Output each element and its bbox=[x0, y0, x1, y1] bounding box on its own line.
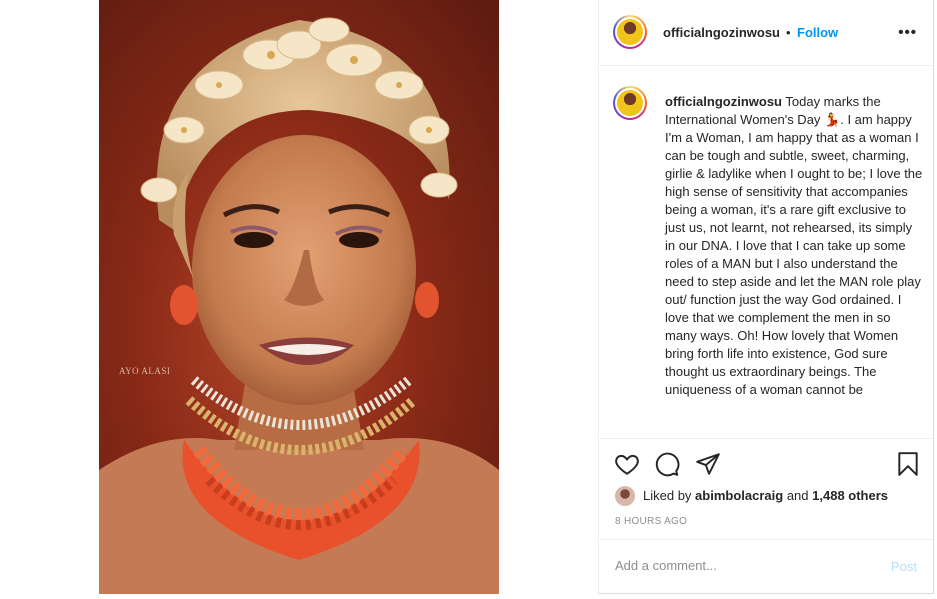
share-icon[interactable] bbox=[695, 451, 721, 477]
caption-section: officialngozinwosu Today marks the Inter… bbox=[599, 66, 933, 438]
post-side-panel: officialngozinwosu • Follow ••• official… bbox=[598, 0, 934, 594]
post-comment-button[interactable]: Post bbox=[891, 559, 917, 574]
likes-conjunction: and bbox=[786, 488, 809, 503]
caption-text: officialngozinwosu Today marks the Inter… bbox=[665, 93, 923, 399]
likes-others-link[interactable]: 1,488 others bbox=[812, 488, 888, 503]
liker-avatar[interactable] bbox=[615, 486, 635, 506]
post-photo[interactable]: AYO ALASI bbox=[99, 0, 499, 594]
portrait-illustration bbox=[99, 17, 499, 594]
comment-input[interactable] bbox=[615, 558, 865, 573]
action-bar bbox=[599, 438, 933, 488]
author-avatar[interactable] bbox=[613, 15, 647, 49]
likes-text: Liked by abimbolacraig and 1,488 others bbox=[643, 488, 888, 503]
comment-icon[interactable] bbox=[654, 451, 680, 477]
photo-watermark: AYO ALASI bbox=[119, 366, 171, 376]
bookmark-icon[interactable] bbox=[895, 451, 921, 477]
caption-username[interactable]: officialngozinwosu bbox=[665, 94, 782, 109]
separator-dot: • bbox=[786, 25, 791, 40]
caption-avatar[interactable] bbox=[613, 86, 647, 120]
post-header: officialngozinwosu • Follow ••• bbox=[599, 0, 933, 66]
likes-prefix: Liked by bbox=[643, 488, 692, 503]
comment-form: Post bbox=[599, 539, 933, 594]
post-timestamp[interactable]: 8 HOURS AGO bbox=[615, 516, 687, 527]
more-horizontal-icon[interactable]: ••• bbox=[898, 24, 917, 41]
heart-icon[interactable] bbox=[614, 451, 640, 477]
liker-username[interactable]: abimbolacraig bbox=[695, 488, 783, 503]
follow-button[interactable]: Follow bbox=[797, 25, 838, 40]
caption-body: Today marks the International Women's Da… bbox=[665, 94, 923, 397]
author-username[interactable]: officialngozinwosu bbox=[663, 25, 780, 40]
likes-summary: Liked by abimbolacraig and 1,488 others bbox=[615, 486, 925, 506]
